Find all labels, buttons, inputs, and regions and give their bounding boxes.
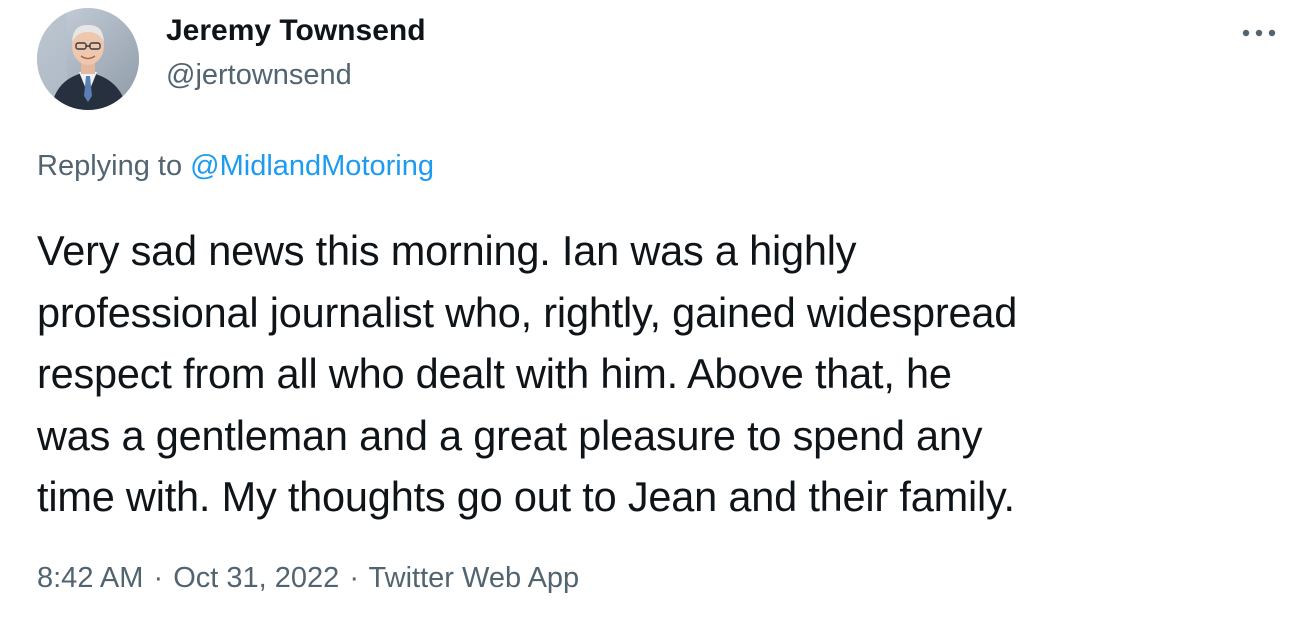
tweet-text: Very sad news this morning. Ian was a hi… [37,227,1018,520]
tweet-meta: 8:42 AM · Oct 31, 2022 · Twitter Web App [37,562,579,595]
avatar[interactable] [37,8,139,110]
meta-separator: · [349,562,359,594]
avatar-photo [37,8,139,110]
reply-mention-link[interactable]: @MidlandMotoring [190,150,434,182]
tweet-source[interactable]: Twitter Web App [369,562,580,594]
author-display-name[interactable]: Jeremy Townsend [166,14,426,48]
tweet-date[interactable]: Oct 31, 2022 [173,562,339,594]
more-options-icon[interactable] [1236,18,1282,48]
replying-to-label: Replying to [37,150,191,182]
tweet-time[interactable]: 8:42 AM [37,562,143,594]
author-handle[interactable]: @jertownsend [166,59,352,92]
meta-separator: · [153,562,164,594]
tweet-card: Jeremy Townsend @jertownsend Replying to… [0,0,1314,636]
replying-to: Replying to @MidlandMotoring [37,150,434,183]
